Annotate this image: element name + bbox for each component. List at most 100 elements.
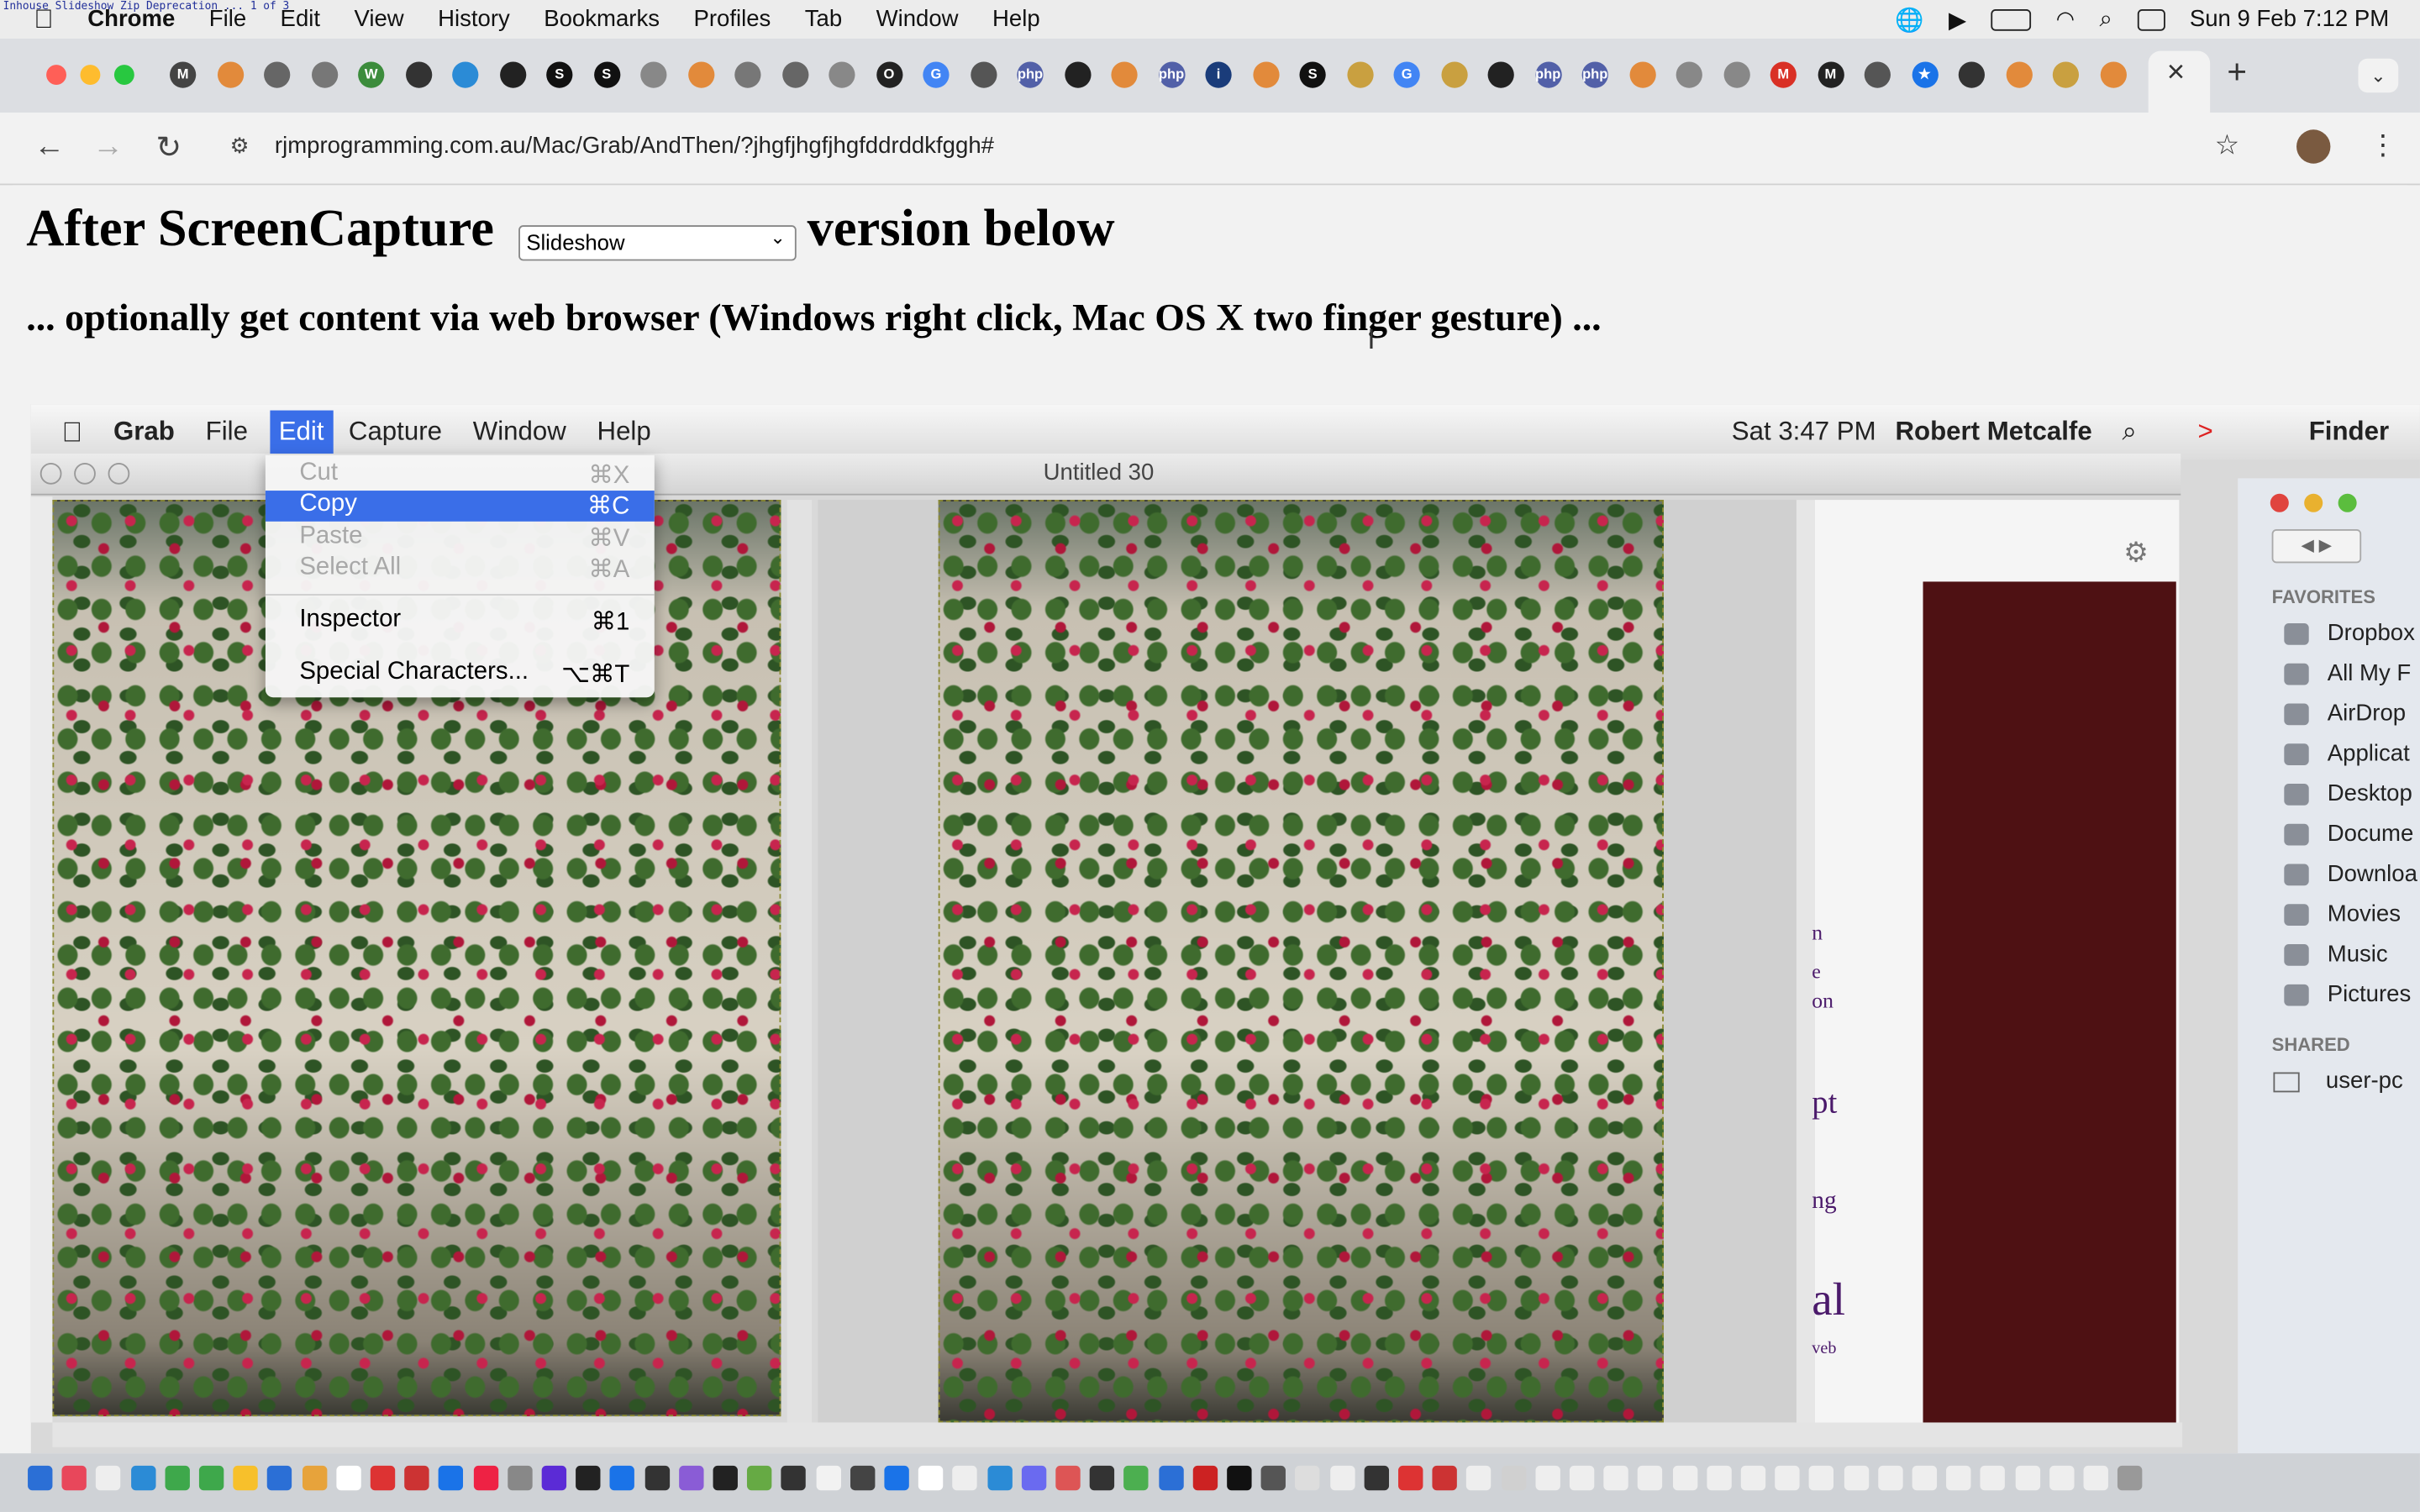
tab-favicon[interactable]: php <box>1534 61 1561 88</box>
dock-app-icon[interactable] <box>165 1465 190 1491</box>
site-info-icon[interactable]: ⚙ <box>230 133 250 159</box>
dock-app-icon[interactable] <box>61 1465 87 1491</box>
dock-app-icon[interactable] <box>576 1465 601 1491</box>
tab-favicon[interactable] <box>311 61 338 88</box>
tab-favicon[interactable] <box>1252 61 1279 88</box>
mode-select[interactable]: Slideshow ⌄ <box>518 225 797 261</box>
tab-favicon[interactable] <box>264 61 291 88</box>
dock-app-icon[interactable] <box>1364 1465 1389 1491</box>
dock-app-icon[interactable] <box>1946 1465 1971 1491</box>
dock-app-icon[interactable] <box>1192 1465 1218 1491</box>
dock-app-icon[interactable] <box>507 1465 533 1491</box>
tab-favicon[interactable]: G <box>923 61 950 88</box>
tab-search-chevron-icon[interactable]: ⌄ <box>2358 58 2399 93</box>
tab-favicon[interactable] <box>781 61 808 88</box>
wifi-icon[interactable]: ◠ <box>2056 6 2075 32</box>
dock-app-icon[interactable] <box>1123 1465 1150 1491</box>
forward-icon[interactable]: → <box>92 129 124 165</box>
tab-favicon[interactable]: M <box>1817 61 1844 88</box>
tab-favicon[interactable] <box>1064 61 1091 88</box>
dock-app-icon[interactable] <box>1329 1465 1355 1491</box>
tab-favicon[interactable] <box>1440 61 1467 88</box>
battery-icon[interactable] <box>1991 8 2032 30</box>
dock-app-icon[interactable] <box>1775 1465 1800 1491</box>
tab-favicon[interactable] <box>1346 61 1373 88</box>
tab-favicon[interactable] <box>640 61 667 88</box>
dock-app-icon[interactable] <box>198 1465 224 1491</box>
dock-app-icon[interactable] <box>918 1465 944 1491</box>
dock-app-icon[interactable] <box>439 1465 464 1491</box>
tab-favicon[interactable] <box>829 61 855 88</box>
bookmark-star-icon[interactable]: ☆ <box>2215 129 2240 162</box>
new-tab-icon[interactable]: + <box>2227 52 2247 92</box>
dock-app-icon[interactable] <box>1981 1465 2006 1491</box>
tab-favicon[interactable] <box>405 61 432 88</box>
dock-app-icon[interactable] <box>1707 1465 1732 1491</box>
dock-app-icon[interactable] <box>1569 1465 1595 1491</box>
dock-app-icon[interactable] <box>130 1465 155 1491</box>
tab-favicon[interactable]: O <box>876 61 902 88</box>
dock-app-icon[interactable] <box>1158 1465 1184 1491</box>
tab-favicon[interactable]: S <box>1299 61 1326 88</box>
tab-favicon[interactable] <box>687 61 714 88</box>
dock-app-icon[interactable] <box>747 1465 772 1491</box>
dock-app-icon[interactable] <box>1260 1465 1286 1491</box>
dock-app-icon[interactable] <box>1501 1465 1526 1491</box>
tab-favicon[interactable]: php <box>1017 61 1044 88</box>
close-window-icon[interactable] <box>46 65 66 86</box>
dock-app-icon[interactable] <box>1055 1465 1081 1491</box>
dock-app-icon[interactable] <box>1877 1465 1903 1491</box>
dock-app-icon[interactable] <box>1021 1465 1046 1491</box>
close-tab-icon[interactable]: × <box>2167 55 2185 91</box>
tab-favicon[interactable]: php <box>1581 61 1608 88</box>
tab-favicon[interactable]: G <box>1393 61 1420 88</box>
dock-app-icon[interactable] <box>1432 1465 1458 1491</box>
dock-app-icon[interactable] <box>1638 1465 1663 1491</box>
menu-bookmarks[interactable]: Bookmarks <box>544 6 660 32</box>
dock-app-icon[interactable] <box>302 1465 327 1491</box>
dock-app-icon[interactable] <box>2118 1465 2143 1491</box>
dock-app-icon[interactable] <box>1398 1465 1423 1491</box>
tab-favicon[interactable]: S <box>546 61 573 88</box>
dock-app-icon[interactable] <box>1227 1465 1252 1491</box>
dock-app-icon[interactable] <box>986 1465 1013 1491</box>
avatar[interactable] <box>2296 129 2331 164</box>
dock-app-icon[interactable] <box>473 1465 498 1491</box>
dock-app-icon[interactable] <box>1090 1465 1115 1491</box>
dock-app-icon[interactable] <box>781 1465 807 1491</box>
dock-app-icon[interactable] <box>1844 1465 1869 1491</box>
tab-favicon[interactable] <box>1628 61 1655 88</box>
menu-view[interactable]: View <box>354 6 403 32</box>
dock-app-icon[interactable] <box>713 1465 738 1491</box>
dock-app-icon[interactable] <box>96 1465 121 1491</box>
dock-app-icon[interactable] <box>2049 1465 2075 1491</box>
dock-app-icon[interactable] <box>1672 1465 1697 1491</box>
tab-favicon[interactable]: i <box>1205 61 1232 88</box>
control-center-icon[interactable] <box>2137 8 2165 30</box>
dock-app-icon[interactable] <box>815 1465 841 1491</box>
zoom-window-icon[interactable] <box>113 65 134 86</box>
dock-app-icon[interactable] <box>233 1465 259 1491</box>
tab-favicon[interactable] <box>1723 61 1749 88</box>
tab-favicon[interactable] <box>1487 61 1514 88</box>
tab-favicon[interactable] <box>1111 61 1138 88</box>
dock-app-icon[interactable] <box>644 1465 670 1491</box>
tab-favicon[interactable] <box>499 61 526 88</box>
tab-favicon[interactable] <box>1864 61 1891 88</box>
dock-app-icon[interactable] <box>2014 1465 2040 1491</box>
dock-app-icon[interactable] <box>1466 1465 1491 1491</box>
tab-favicon[interactable] <box>734 61 761 88</box>
dock-app-icon[interactable] <box>610 1465 635 1491</box>
tab-favicon[interactable]: M <box>170 61 197 88</box>
tab-favicon[interactable] <box>217 61 244 88</box>
dock-app-icon[interactable] <box>2083 1465 2108 1491</box>
dock-app-icon[interactable] <box>336 1465 361 1491</box>
dock-app-icon[interactable] <box>28 1465 53 1491</box>
globe-icon[interactable]: 🌐 <box>1895 5 1923 33</box>
menu-clock[interactable]: Sun 9 Feb 7:12 PM <box>2190 6 2389 32</box>
dock-app-icon[interactable] <box>1809 1465 1834 1491</box>
menu-help[interactable]: Help <box>992 6 1040 32</box>
tab-favicon[interactable] <box>452 61 479 88</box>
menu-window[interactable]: Window <box>876 6 959 32</box>
menu-profiles[interactable]: Profiles <box>693 6 771 32</box>
